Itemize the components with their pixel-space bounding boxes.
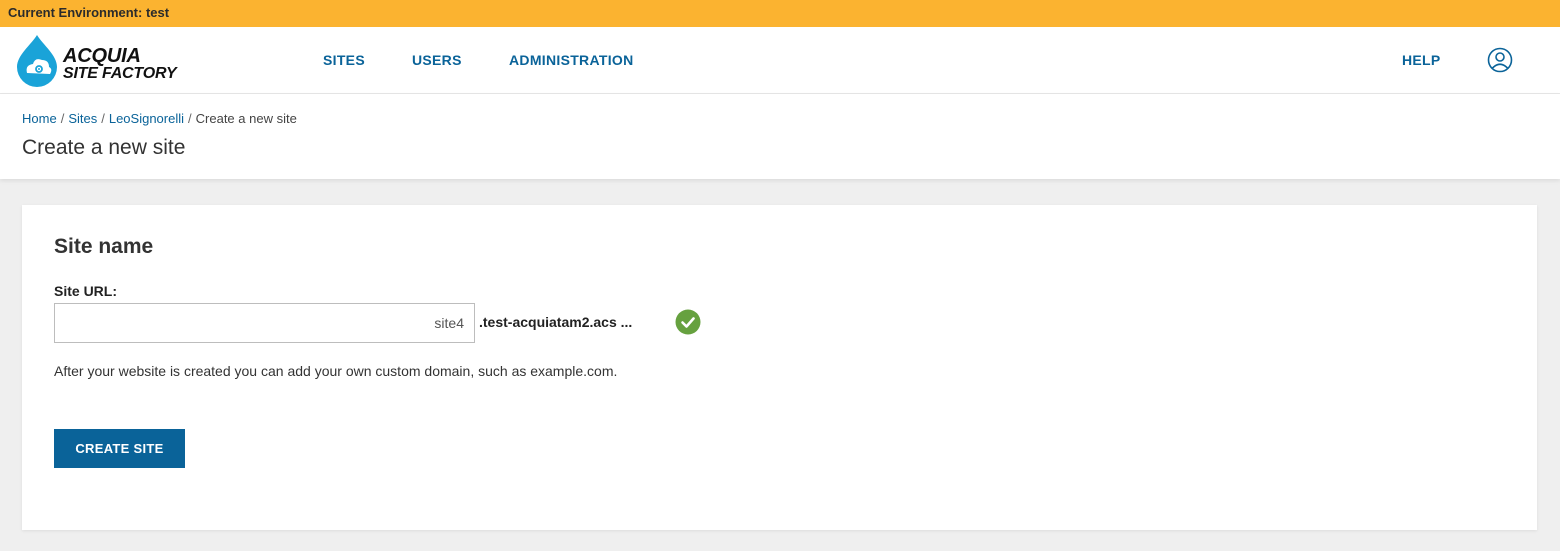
breadcrumb-leosignorelli[interactable]: LeoSignorelli	[109, 111, 184, 126]
breadcrumb: Home / Sites / LeoSignorelli / Create a new si…	[22, 111, 297, 126]
breadcrumb-home[interactable]: Home	[22, 111, 57, 126]
nav-help[interactable]: HELP	[1402, 52, 1441, 68]
breadcrumb-current: Create a new site	[195, 111, 297, 126]
user-circle-icon[interactable]	[1487, 47, 1513, 73]
site-url-label: Site URL:	[54, 283, 117, 299]
top-navigation: ACQUIA SITE FACTORY SITES USERS ADMINIST…	[0, 27, 1560, 94]
logo-text-acquia: ACQUIA	[63, 45, 141, 67]
create-site-form: Site name Site URL: .test-acquiatam2.acs…	[22, 205, 1537, 530]
create-site-button[interactable]: CREATE SITE	[54, 429, 185, 468]
custom-domain-help-text: After your website is created you can ad…	[54, 363, 618, 379]
nav-administration[interactable]: ADMINISTRATION	[509, 52, 634, 68]
logo-text-site-factory: SITE FACTORY	[63, 65, 177, 82]
nav-users[interactable]: USERS	[412, 52, 462, 68]
domain-suffix: .test-acquiatam2.acs ...	[479, 314, 633, 330]
breadcrumb-sites[interactable]: Sites	[68, 111, 97, 126]
site-url-input[interactable]	[54, 303, 475, 343]
environment-banner: Current Environment: test	[0, 0, 1560, 27]
drop-logo-icon	[17, 35, 57, 87]
page-title: Create a new site	[22, 136, 186, 159]
check-circle-icon	[675, 309, 701, 335]
breadcrumb-separator: /	[60, 111, 65, 126]
breadcrumb-separator: /	[101, 111, 105, 126]
breadcrumb-separator: /	[188, 111, 192, 126]
nav-sites[interactable]: SITES	[323, 52, 365, 68]
acquia-logo[interactable]: ACQUIA SITE FACTORY	[13, 33, 193, 89]
environment-text: Current Environment: test	[8, 5, 170, 20]
page-header: Home / Sites / LeoSignorelli / Create a new si…	[0, 94, 1560, 179]
section-title: Site name	[54, 235, 154, 258]
